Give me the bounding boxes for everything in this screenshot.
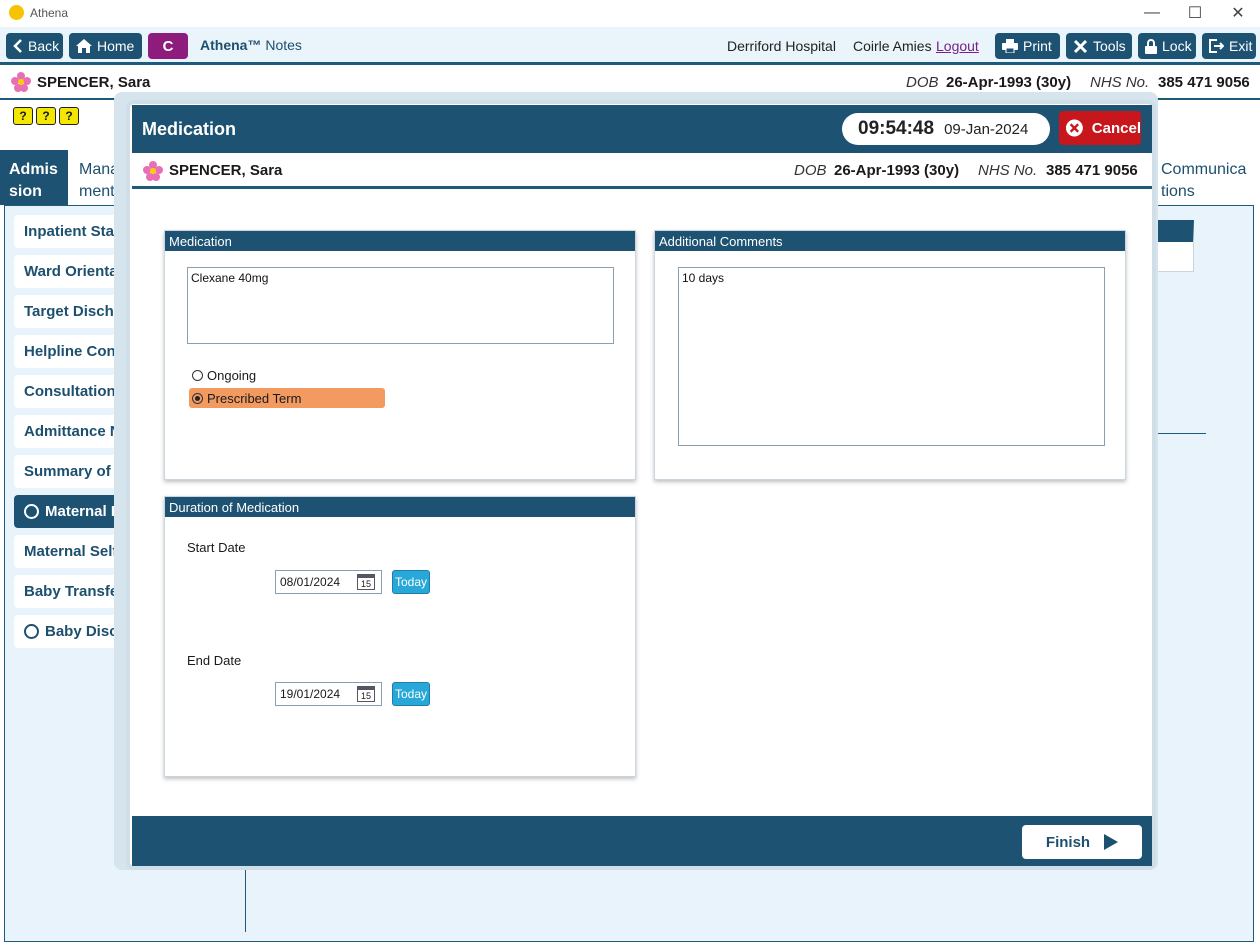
- brand-title: Athena™ Notes: [200, 37, 302, 53]
- logout-link[interactable]: Logout: [936, 38, 979, 54]
- start-date-label: Start Date: [187, 540, 246, 555]
- patient-name: SPENCER, Sara: [169, 162, 283, 179]
- tab-admission[interactable]: Admis sion: [0, 150, 68, 205]
- cancel-button[interactable]: Cancel: [1059, 111, 1141, 145]
- exit-button[interactable]: Exit: [1202, 33, 1256, 59]
- window-title-bar: Athena — ☐ ✕: [0, 0, 1260, 27]
- print-button[interactable]: Print: [995, 33, 1060, 59]
- close-circle-icon: [1065, 119, 1083, 137]
- lock-icon: [1145, 38, 1157, 54]
- medication-panel: Medication Clexane 40mg Ongoing Prescrib…: [164, 230, 636, 480]
- flower-icon: [11, 72, 31, 92]
- calendar-icon[interactable]: 15: [357, 686, 375, 702]
- duration-panel-header: Duration of Medication: [165, 497, 635, 517]
- modal-title: Medication: [142, 119, 237, 139]
- app-logo-icon: [9, 5, 24, 20]
- printer-icon: [1002, 39, 1018, 53]
- main-toolbar: Back Home C Athena™ Notes Derriford Hosp…: [0, 27, 1260, 65]
- home-icon: [76, 39, 92, 53]
- background-divider: [1156, 433, 1206, 434]
- modal-footer: [132, 816, 1152, 866]
- nhs-label: NHS No.: [1090, 74, 1150, 91]
- quick-icons: ? ? ?: [13, 107, 79, 125]
- nav-item-label: Maternal Self: [24, 543, 118, 560]
- comments-panel-header: Additional Comments: [655, 231, 1125, 251]
- nav-item-label: Summary of P: [24, 463, 125, 480]
- help-icon-2[interactable]: ?: [59, 107, 79, 125]
- tab-management[interactable]: Mana ment: [70, 150, 120, 205]
- dob-value: 26-Apr-1993 (30y): [834, 162, 960, 179]
- minimize-button[interactable]: —: [1130, 2, 1174, 24]
- help-list-icon[interactable]: ?: [13, 107, 33, 125]
- maximize-button[interactable]: ☐: [1173, 2, 1217, 24]
- tools-button[interactable]: Tools: [1066, 33, 1132, 59]
- background-panel-header: [1156, 220, 1194, 272]
- dob-label: DOB: [906, 74, 939, 91]
- comments-textarea[interactable]: 10 days: [678, 267, 1105, 446]
- medication-panel-header: Medication: [165, 231, 635, 251]
- nhs-label: NHS No.: [978, 162, 1038, 179]
- nav-item-label: Baby Transfer: [24, 583, 125, 600]
- end-date-label: End Date: [187, 653, 242, 668]
- finish-button[interactable]: Finish: [1022, 825, 1142, 859]
- start-today-button[interactable]: Today: [392, 570, 430, 594]
- nav-item-label: Inpatient Stay: [24, 223, 123, 240]
- window-title: Athena: [30, 6, 69, 20]
- radio-icon: [24, 624, 39, 639]
- back-button[interactable]: Back: [6, 33, 63, 59]
- tab-communications[interactable]: Communica tions: [1152, 150, 1256, 205]
- clock-display: 09:54:48 09-Jan-2024: [842, 113, 1050, 145]
- help-icon[interactable]: ?: [36, 107, 56, 125]
- dob-label: DOB: [794, 162, 827, 179]
- modal-patient-banner: SPENCER, Sara DOB 26-Apr-1993 (30y) NHS …: [132, 153, 1152, 189]
- radio-icon: [24, 504, 39, 519]
- calendar-icon[interactable]: 15: [357, 574, 375, 590]
- end-today-button[interactable]: Today: [392, 682, 430, 706]
- nav-item-label: Helpline Cont: [24, 343, 121, 360]
- duration-panel: Duration of Medication Start Date 08/01/…: [164, 496, 636, 777]
- end-date-field[interactable]: 19/01/2024 15: [275, 682, 382, 706]
- nav-item-label: Ward Orientat: [24, 263, 123, 280]
- prescribed-term-radio[interactable]: [192, 392, 203, 404]
- current-date: 09-Jan-2024: [944, 120, 1029, 138]
- ongoing-radio[interactable]: [192, 369, 203, 381]
- tools-icon: [1073, 39, 1088, 53]
- chevron-left-icon: [13, 39, 22, 53]
- nav-item-label: Target Dischar: [24, 303, 128, 320]
- nav-item-label: Consultation I: [24, 383, 124, 400]
- current-time: 09:54:48: [858, 118, 935, 139]
- nhs-value: 385 471 9056: [1046, 162, 1138, 179]
- nav-item-label: Admittance N: [24, 423, 121, 440]
- user-name: Coirle Amies: [853, 38, 932, 54]
- medication-textarea[interactable]: Clexane 40mg: [187, 267, 614, 344]
- dob-value: 26-Apr-1993 (30y): [946, 74, 1072, 91]
- prescribed-term-option[interactable]: Prescribed Term: [189, 388, 385, 408]
- close-window-button[interactable]: ✕: [1216, 2, 1260, 24]
- start-date-field[interactable]: 08/01/2024 15: [275, 570, 382, 594]
- play-arrow-icon: [1104, 834, 1119, 850]
- home-button[interactable]: Home: [69, 33, 142, 59]
- lock-button[interactable]: Lock: [1138, 33, 1196, 59]
- flower-icon: [143, 161, 163, 181]
- ongoing-option[interactable]: Ongoing: [189, 365, 385, 385]
- additional-comments-panel: Additional Comments 10 days: [654, 230, 1126, 480]
- c-button[interactable]: C: [148, 33, 188, 59]
- background-divider-vertical: [245, 868, 246, 932]
- patient-name: SPENCER, Sara: [37, 74, 151, 91]
- hospital-name: Derriford Hospital: [727, 38, 836, 54]
- nhs-value: 385 471 9056: [1158, 74, 1250, 91]
- exit-icon: [1209, 39, 1224, 53]
